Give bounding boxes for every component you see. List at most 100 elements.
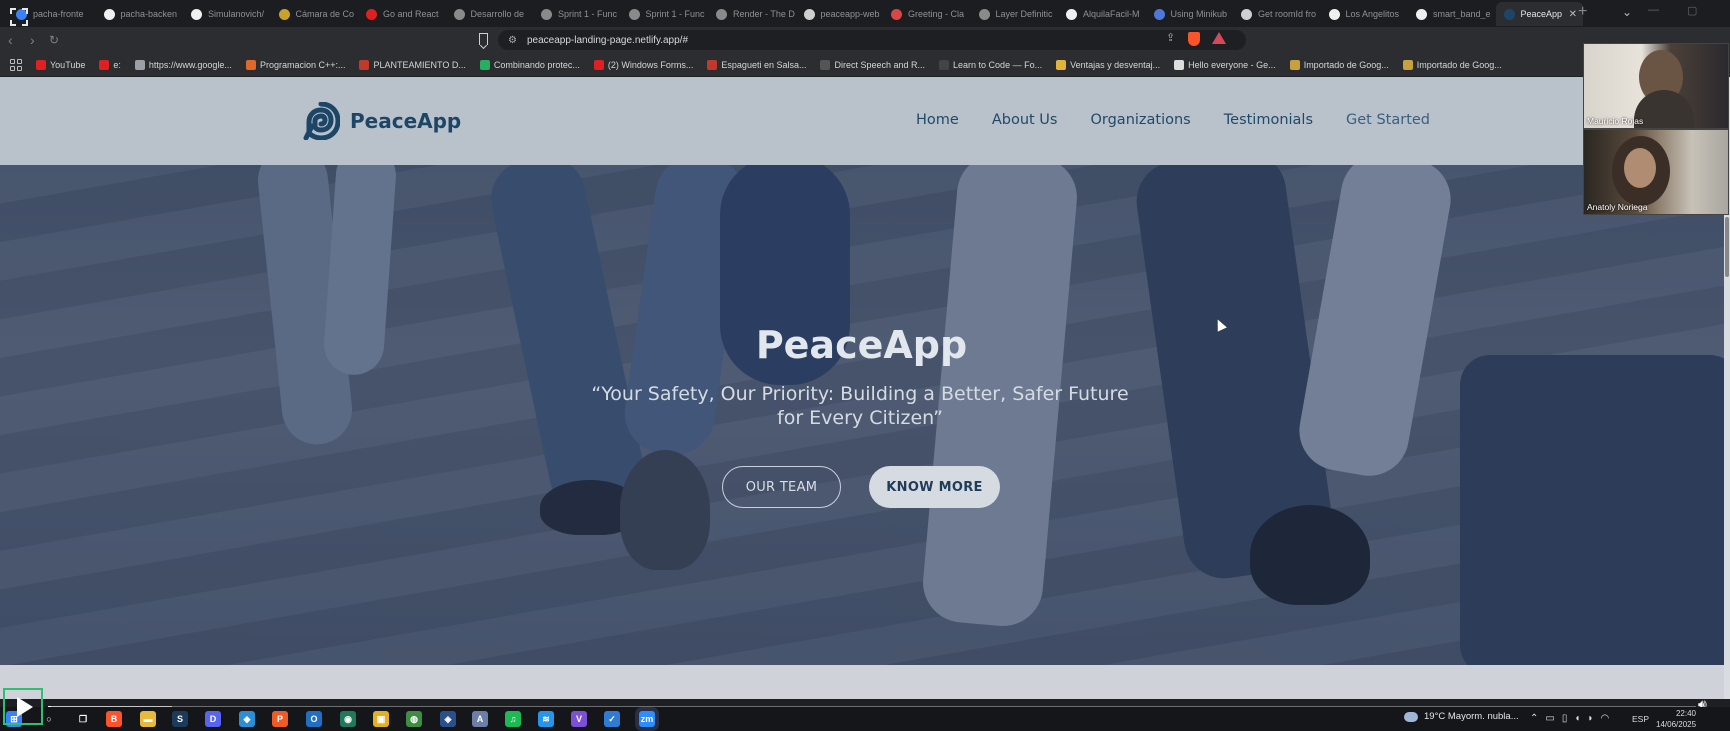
weather-widget[interactable]: 19°C Mayorm. nubla... (1404, 711, 1519, 722)
bookmark-item[interactable]: (2) Windows Forms... (593, 59, 693, 70)
taskbar-visual-studio-icon[interactable]: V (571, 711, 587, 727)
bookmark-item[interactable]: Hello everyone - Ge... (1174, 59, 1276, 70)
browser-tab[interactable]: AlquilaFacil-M (1058, 2, 1146, 26)
video-tile[interactable]: Mauricio Rojas (1583, 43, 1729, 129)
taskbar-postman-icon[interactable]: P (272, 711, 288, 727)
language-indicator[interactable]: ESP (1632, 714, 1649, 724)
play-icon (17, 696, 33, 717)
battery-icon[interactable]: ▯ (1562, 713, 1568, 724)
tab-title: Render - The D (733, 9, 795, 19)
wifi-icon[interactable]: ◠ (1600, 713, 1609, 724)
bookmark-item[interactable]: YouTube (36, 59, 85, 70)
mic-icon[interactable]: ◖ (1574, 713, 1580, 724)
bookmark-favicon-icon (479, 59, 490, 70)
site-settings-icon[interactable]: ⚙ (508, 35, 517, 46)
bookmark-item[interactable]: Importado de Goog... (1289, 59, 1389, 70)
back-icon[interactable]: ‹ (8, 31, 13, 49)
network-icon[interactable]: ▭ (1545, 713, 1554, 724)
nav-link-get-started[interactable]: Get Started (1346, 112, 1430, 128)
apps-grid-icon[interactable] (10, 58, 22, 71)
bookmark-label: Espagueti en Salsa... (721, 59, 807, 70)
browser-tab[interactable]: Using Minikub (1146, 2, 1234, 26)
know-more-button[interactable]: KNOW MORE (869, 466, 1000, 508)
bookmark-item[interactable]: Ventajas y desventaj... (1056, 59, 1160, 70)
browser-tab[interactable]: Sprint 1 - Func (533, 2, 621, 26)
taskbar-search-icon[interactable]: ○ (41, 711, 57, 727)
browser-tab[interactable]: Los Angelitos (1321, 2, 1409, 26)
taskbar-steam-icon[interactable]: S (172, 711, 188, 727)
taskbar-todo-icon[interactable]: ✓ (604, 711, 620, 727)
taskbar-docker-icon[interactable]: ≋ (538, 711, 554, 727)
tab-favicon-icon (366, 8, 377, 20)
close-tab-icon[interactable]: ✕ (1569, 9, 1577, 20)
minimize-icon[interactable]: — (1648, 4, 1659, 17)
bookmark-favicon-icon (1056, 59, 1067, 70)
browser-tab[interactable]: Render - The D (708, 2, 796, 26)
taskbar-file-explorer-icon[interactable]: ▬ (140, 711, 156, 727)
clock[interactable]: 22:40 14/06/2025 (1656, 708, 1696, 730)
bookmark-item[interactable]: Learn to Code — Fo... (939, 59, 1042, 70)
address-bar[interactable]: ⚙ peaceapp-landing-page.netlify.app/# (498, 30, 1246, 50)
tab-title: pacha-fronte (33, 9, 84, 19)
bookmark-page-icon[interactable] (479, 33, 488, 45)
bookmark-item[interactable]: Direct Speech and R... (820, 59, 925, 70)
video-tile[interactable]: Anatoly Noriega (1583, 129, 1729, 215)
chevron-up-icon[interactable]: ⌃ (1530, 713, 1538, 724)
browser-tab[interactable]: Simulanovich/ (183, 2, 271, 26)
browser-tab[interactable]: Layer Definitic (971, 2, 1059, 26)
play-button[interactable] (3, 688, 43, 725)
nav-link-home[interactable]: Home (916, 112, 959, 128)
browser-tab[interactable]: smart_band_e (1408, 2, 1496, 26)
browser-tab[interactable]: PeaceApp ✕ (1495, 2, 1583, 26)
screen: pacha-fronte pacha-backen Simulanovich/Cám… (0, 0, 1730, 731)
browser-tab[interactable]: Cámara de Co (271, 2, 359, 26)
nav-link-about-us[interactable]: About Us (992, 112, 1058, 128)
taskbar-app-green-icon[interactable]: ◉ (340, 711, 356, 727)
site-logo[interactable]: PeaceApp (302, 102, 461, 140)
tab-favicon-icon (628, 8, 640, 20)
reload-icon[interactable]: ↻ (49, 31, 59, 49)
bookmark-label: Importado de Goog... (1303, 59, 1389, 70)
taskbar-discord-icon[interactable]: D (205, 711, 221, 727)
taskbar-app-yellow-icon[interactable]: ▣ (373, 711, 389, 727)
browser-tab[interactable]: Desarrollo de (446, 2, 534, 26)
taskbar-brave-icon[interactable]: B (106, 711, 122, 727)
taskbar-zoom-icon[interactable]: zm (639, 711, 655, 727)
tab-search-chevron-icon[interactable]: ⌄ (1622, 5, 1632, 19)
browser-tab[interactable]: Sprint 1 - Func (621, 2, 709, 26)
bookmark-favicon-icon (1402, 59, 1413, 70)
browser-tab[interactable]: Greeting - Cla (883, 2, 971, 26)
url-text[interactable]: peaceapp-landing-page.netlify.app/# (527, 35, 688, 46)
taskbar-spotify-icon[interactable]: ♫ (505, 711, 521, 727)
fullscreen-icon[interactable] (10, 8, 28, 26)
nav-link-organizations[interactable]: Organizations (1090, 112, 1190, 128)
taskbar-app-a-icon[interactable]: A (472, 711, 488, 727)
share-icon[interactable]: ⇪ (1166, 31, 1175, 44)
scrollbar-thumb[interactable] (1725, 217, 1729, 277)
speaker-icon[interactable]: ◗ (1587, 713, 1593, 724)
taskbar-app-mongo-icon[interactable]: ◍ (406, 711, 422, 727)
taskbar-app-blue-icon[interactable]: ◈ (440, 711, 456, 727)
browser-tab[interactable]: peaceapp-web (796, 2, 884, 26)
browser-tab[interactable]: Get roomId fro (1233, 2, 1321, 26)
bookmark-item[interactable]: Espagueti en Salsa... (707, 59, 807, 70)
taskbar-outlook-icon[interactable]: O (306, 711, 322, 727)
bookmark-item[interactable]: e: (99, 59, 121, 70)
browser-tab[interactable]: pacha-backen (96, 2, 184, 26)
bookmark-item[interactable]: PLANTEAMIENTO D... (359, 59, 466, 70)
brave-shield-icon[interactable] (1188, 32, 1200, 46)
bookmark-item[interactable]: Importado de Goog... (1402, 59, 1502, 70)
browser-tab[interactable]: Go and React (358, 2, 446, 26)
taskbar-vscode-icon[interactable]: ◆ (239, 711, 255, 727)
nav-link-testimonials[interactable]: Testimonials (1224, 112, 1313, 128)
taskbar-task-view-icon[interactable]: ❐ (75, 711, 91, 727)
maximize-icon[interactable]: ▢ (1687, 4, 1697, 17)
tab-favicon-icon (1066, 8, 1077, 20)
brave-rewards-icon[interactable] (1212, 32, 1226, 44)
our-team-button[interactable]: OUR TEAM (722, 466, 841, 508)
bookmark-item[interactable]: Combinando protec... (479, 59, 580, 70)
bookmark-item[interactable]: Programacion C++:... (245, 59, 345, 70)
forward-icon[interactable]: › (30, 31, 35, 49)
new-tab-button[interactable]: + (1578, 3, 1587, 21)
bookmark-item[interactable]: https://www.google... (134, 59, 232, 70)
